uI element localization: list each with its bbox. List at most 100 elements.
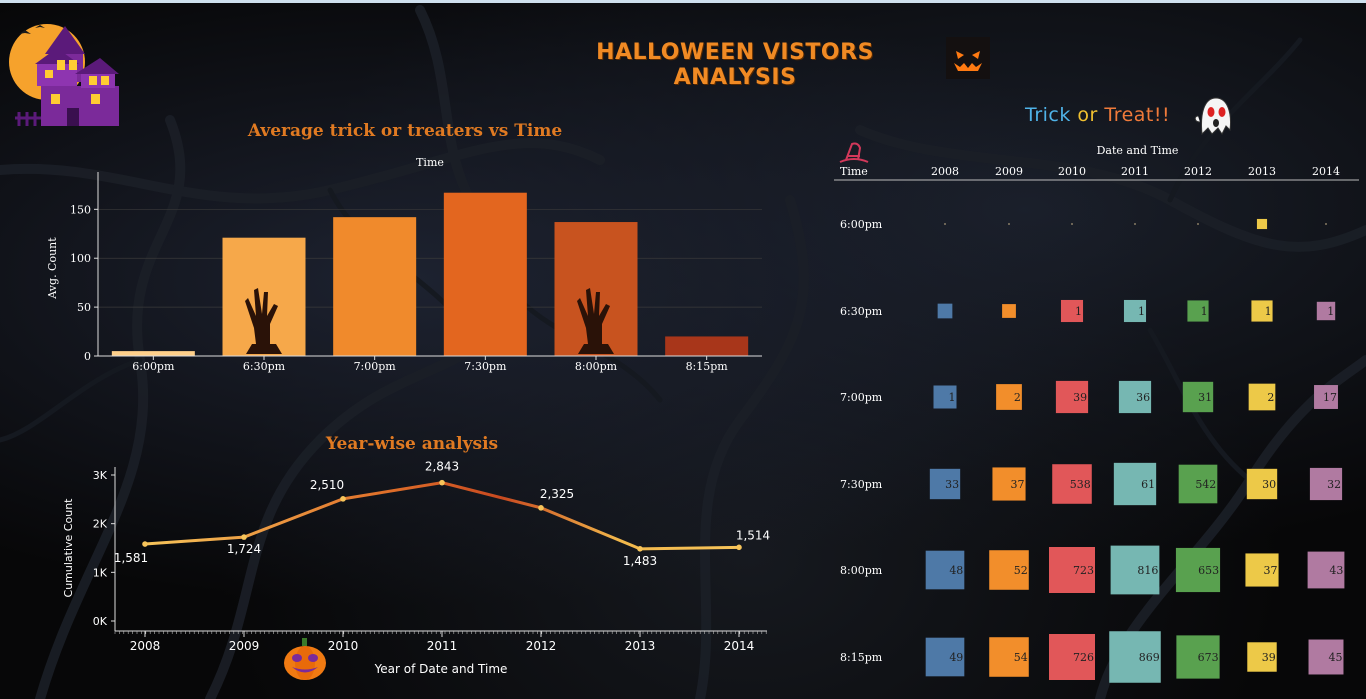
line-chart-data-label: 2,325 (540, 487, 574, 501)
jack-o-lantern-face-icon (946, 37, 990, 79)
heatmap-cell-label: 39 (1262, 651, 1276, 664)
line-chart-title: Year-wise analysis (325, 434, 499, 454)
heatmap-cell-label: 1 (1265, 305, 1272, 318)
line-chart-data-label: 1,581 (114, 551, 148, 565)
line-chart-x-axis-label: Year of Date and Time (374, 662, 508, 676)
line-chart-point[interactable] (241, 534, 247, 540)
heatmap-cell[interactable] (1008, 223, 1010, 225)
heatmap-row-label: 7:30pm (840, 478, 883, 491)
heatmap-column-label: 2013 (1248, 165, 1276, 178)
heatmap-cell[interactable] (1197, 223, 1199, 225)
heatmap-cell-label: 726 (1073, 651, 1094, 664)
heatmap-cell[interactable] (1071, 223, 1073, 225)
line-chart-data-label: 2,843 (425, 460, 459, 474)
bar-chart-top-label: Time (416, 156, 444, 169)
bar[interactable] (333, 217, 417, 356)
heatmap-column-label: 2008 (931, 165, 959, 178)
heatmap-cell-label: 39 (1073, 391, 1087, 404)
heatmap-row-label: 7:00pm (840, 391, 883, 404)
bar-chart: Avg. Count 0 50 100 150 6:00pm 6:30pm 7:00pm 7… (46, 172, 762, 373)
heatmap-cell-label: 45 (1328, 651, 1342, 664)
line-chart-y-tick-label: 2K (93, 518, 108, 531)
heatmap-cell[interactable] (1325, 223, 1327, 225)
heatmap-cell-label: 17 (1323, 391, 1337, 404)
bar[interactable] (665, 336, 749, 356)
heatmap-cell-label: 48 (949, 564, 963, 577)
heatmap-column-label: 2010 (1058, 165, 1086, 178)
line-chart-x-tick-label: 2011 (427, 639, 458, 653)
line-chart: 0K 1K 2K 3K 2008 2009 2010 2011 2012 2013 2014 1,… (62, 460, 770, 676)
heatmap-cell-label: 1 (1327, 305, 1334, 318)
line-chart-x-tick-label: 2013 (625, 639, 656, 653)
heatmap-cell[interactable] (1256, 218, 1268, 230)
heatmap-column-label: 2012 (1184, 165, 1212, 178)
bar-chart-y-axis-label: Avg. Count (46, 237, 59, 300)
bar-chart-y-tick-label: 0 (84, 350, 91, 363)
heatmap-cell-label: 36 (1136, 391, 1150, 404)
heatmap-cell[interactable] (1002, 304, 1016, 318)
heatmap-cell-label: 1 (1138, 305, 1145, 318)
heatmap-cell-label: 538 (1070, 478, 1091, 491)
heatmap-cell-label: 32 (1327, 478, 1341, 491)
heatmap-cell-label: 1 (1201, 305, 1208, 318)
line-chart-data-label: 2,510 (310, 478, 344, 492)
heatmap-row-label: 6:30pm (840, 305, 883, 318)
heatmap-cell[interactable] (1134, 223, 1136, 225)
line-chart-y-tick-label: 3K (93, 469, 108, 482)
heatmap-cell-label: 869 (1139, 651, 1160, 664)
heatmap-cell-label: 653 (1198, 564, 1219, 577)
haunted-house-icon (9, 24, 119, 126)
line-chart-point[interactable] (736, 544, 742, 551)
heatmap-column-label: 2014 (1312, 165, 1340, 178)
line-chart-point[interactable] (142, 541, 148, 547)
heatmap-cell-label: 37 (1264, 564, 1278, 577)
bar[interactable] (443, 192, 527, 356)
heatmap-column-label: 2011 (1121, 165, 1149, 178)
heatmap-cell-label: 30 (1262, 478, 1276, 491)
heatmap-row-label: 8:00pm (840, 564, 883, 577)
line-chart-data-label: 1,514 (736, 528, 770, 542)
line-chart-y-axis-label: Cumulative Count (62, 498, 75, 598)
line-chart-x-tick-label: 2012 (526, 639, 557, 653)
line-chart-point[interactable] (439, 479, 445, 486)
line-chart-point[interactable] (637, 546, 643, 552)
heatmap-cell-label: 542 (1195, 478, 1216, 491)
heatmap-cell-label: 1 (1075, 305, 1082, 318)
line-chart-x-tick-label: 2010 (328, 639, 359, 653)
line-chart-data-label: 1,483 (623, 554, 657, 568)
heatmap-cell-label: 1 (949, 391, 956, 404)
heatmap-cell-label: 2 (1014, 391, 1021, 404)
bar-chart-y-tick-label: 100 (70, 252, 91, 265)
heatmap-cell-label: 816 (1137, 564, 1158, 577)
heatmap-cell[interactable] (937, 303, 953, 319)
heatmap-column-label: 2009 (995, 165, 1023, 178)
heatmap-cell-label: 33 (945, 478, 959, 491)
line-chart-y-tick-label: 1K (93, 566, 108, 579)
line-chart-point[interactable] (538, 505, 544, 511)
bar[interactable] (111, 351, 195, 356)
heatmap-cell-label: 43 (1329, 564, 1343, 577)
heatmap-cell-label: 54 (1014, 651, 1028, 664)
line-chart-point[interactable] (340, 496, 346, 502)
bar-chart-x-tick-label: 8:15pm (686, 360, 729, 373)
treat-word: Treat!! (1104, 104, 1171, 126)
heatmap-row-header: Time (840, 165, 868, 178)
heatmap-cell-label: 723 (1073, 564, 1094, 577)
bar-chart-x-tick-label: 6:00pm (132, 360, 175, 373)
line-chart-x-tick-label: 2009 (229, 639, 260, 653)
line-chart-data-label: 1,724 (227, 542, 261, 556)
bar-chart-x-tick-label: 6:30pm (243, 360, 286, 373)
line-chart-series-line (144, 481, 740, 551)
bar-chart-title: Average trick or treaters vs Time (247, 121, 563, 141)
bar-chart-x-tick-label: 7:30pm (464, 360, 507, 373)
line-chart-x-tick-label: 2008 (130, 639, 161, 653)
heatmap-row-label: 8:15pm (840, 651, 883, 664)
heatmap-cell-label: 673 (1198, 651, 1219, 664)
heatmap-cell-label: 52 (1014, 564, 1028, 577)
bar-chart-x-tick-label: 8:00pm (575, 360, 618, 373)
heatmap-row-label: 6:00pm (840, 218, 883, 231)
ghost-icon (1194, 97, 1231, 136)
heatmap-cell-label: 31 (1198, 391, 1212, 404)
bar-chart-y-tick-label: 50 (77, 301, 91, 314)
heatmap-cell[interactable] (944, 223, 946, 225)
